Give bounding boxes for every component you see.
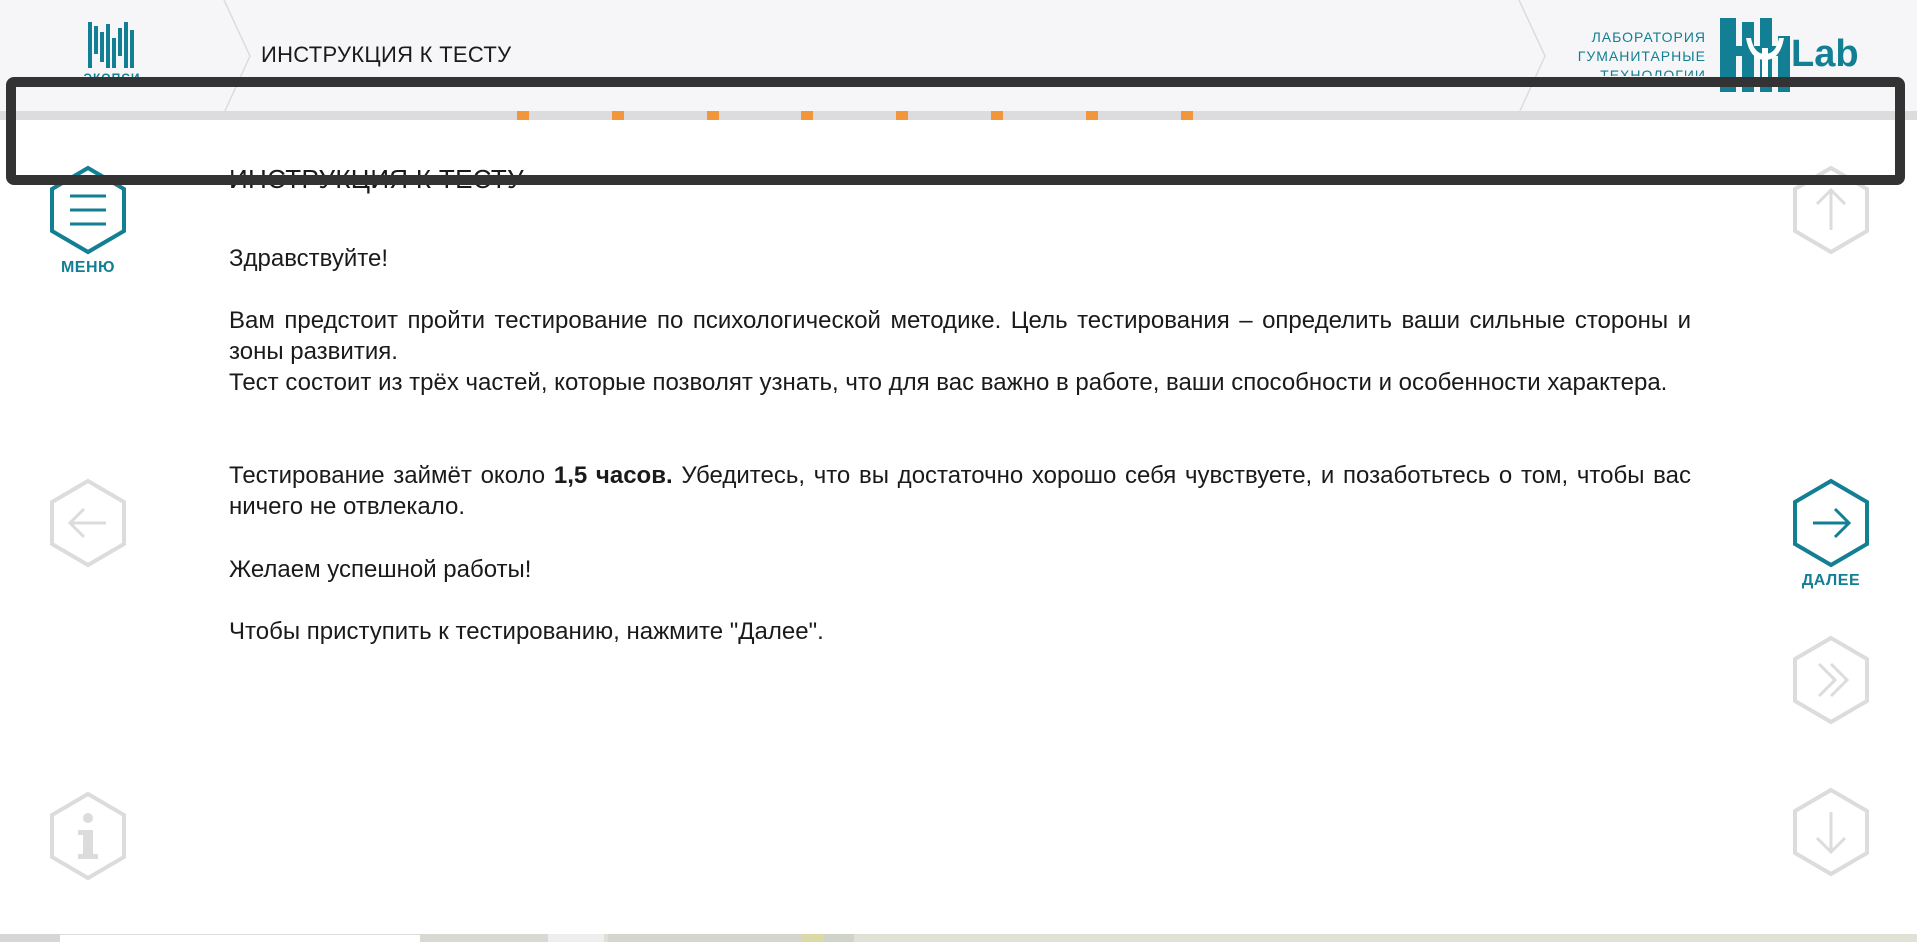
lab-name-text: ЛАБОРАТОРИЯ ГУМАНИТАРНЫЕ ТЕХНОЛОГИИ (1536, 28, 1706, 76)
company-logo-caption: ЭКОПСИ (83, 71, 141, 80)
bottom-strip-segment (608, 934, 802, 942)
duration-block: Тестирование займёт около 1,5 часов. Убе… (229, 460, 1691, 522)
bottom-strip-segment (0, 934, 60, 942)
greeting-block: Здравствуйте! (229, 243, 1691, 274)
info-button[interactable] (48, 790, 128, 882)
intro-block: Вам предстоит пройти тестирование по пси… (229, 305, 1691, 398)
menu-button[interactable] (48, 164, 128, 256)
progress-marker (517, 111, 529, 120)
menu-icon (50, 165, 126, 255)
skip-button[interactable] (1791, 634, 1871, 726)
progress-marker (991, 111, 1003, 120)
progress-track (0, 111, 1917, 120)
arrow-right-icon (1793, 478, 1869, 568)
wish-block: Желаем успешной работы! (229, 554, 1691, 585)
progress-marker (896, 111, 908, 120)
test-instruction-page: ЭКОПСИ ИНСТРУКЦИЯ К ТЕСТУ ЛАБОРАТОРИЯ ГУ… (0, 0, 1917, 942)
progress-marker (801, 111, 813, 120)
info-icon (50, 791, 126, 881)
lab-name-line1: ЛАБОРАТОРИЯ (1591, 29, 1706, 45)
progress-marker (1181, 111, 1193, 120)
wish-text: Желаем успешной работы! (229, 556, 532, 583)
lab-logo-word: Lab (1791, 33, 1859, 75)
bottom-strip-segment (824, 934, 854, 942)
duration-value: 1,5 часов. (553, 462, 673, 489)
cta-block: Чтобы приступить к тестированию, нажмите… (229, 616, 1691, 647)
greeting-text: Здравствуйте! (229, 245, 389, 272)
lab-name-line2: ГУМАНИТАРНЫЕ (1577, 48, 1706, 64)
progress-marker (1086, 111, 1098, 120)
bottom-strip-segment (420, 934, 548, 942)
header-chevron-left (223, 0, 251, 113)
page-title: ИНСТРУКЦИЯ К ТЕСТУ (229, 164, 524, 194)
header-title: ИНСТРУКЦИЯ К ТЕСТУ (261, 42, 512, 67)
cta-text: Чтобы приступить к тестированию, нажмите… (229, 618, 824, 645)
bottom-strip-segment (802, 934, 824, 942)
duration-text-before: Тестирование займёт около (229, 462, 554, 489)
duration-paragraph: Тестирование займёт около 1,5 часов. Убе… (229, 460, 1691, 522)
header-bar: ЭКОПСИ ИНСТРУКЦИЯ К ТЕСТУ ЛАБОРАТОРИЯ ГУ… (0, 0, 1917, 114)
scroll-down-button[interactable] (1791, 786, 1871, 878)
menu-label[interactable]: МЕНЮ (28, 259, 148, 277)
arrow-down-icon (1793, 787, 1869, 877)
back-button[interactable] (48, 477, 128, 569)
arrow-up-icon (1793, 165, 1869, 255)
structure-paragraph: Тест состоит из трёх частей, которые поз… (229, 369, 1668, 396)
bottom-strip-segment (548, 934, 604, 942)
bottom-strip-segment (854, 934, 1917, 942)
lab-name-line3: ТЕХНОЛОГИИ (1600, 67, 1706, 76)
intro-paragraph: Вам предстоит пройти тестирование по пси… (229, 307, 1691, 365)
progress-marker (612, 111, 624, 120)
double-chevron-right-icon (1793, 635, 1869, 725)
arrow-left-icon (50, 478, 126, 568)
next-label[interactable]: ДАЛЕЕ (1771, 572, 1891, 590)
bottom-strip-segment (60, 934, 420, 942)
scroll-up-button[interactable] (1791, 164, 1871, 256)
next-button[interactable] (1791, 477, 1871, 569)
progress-marker (707, 111, 719, 120)
